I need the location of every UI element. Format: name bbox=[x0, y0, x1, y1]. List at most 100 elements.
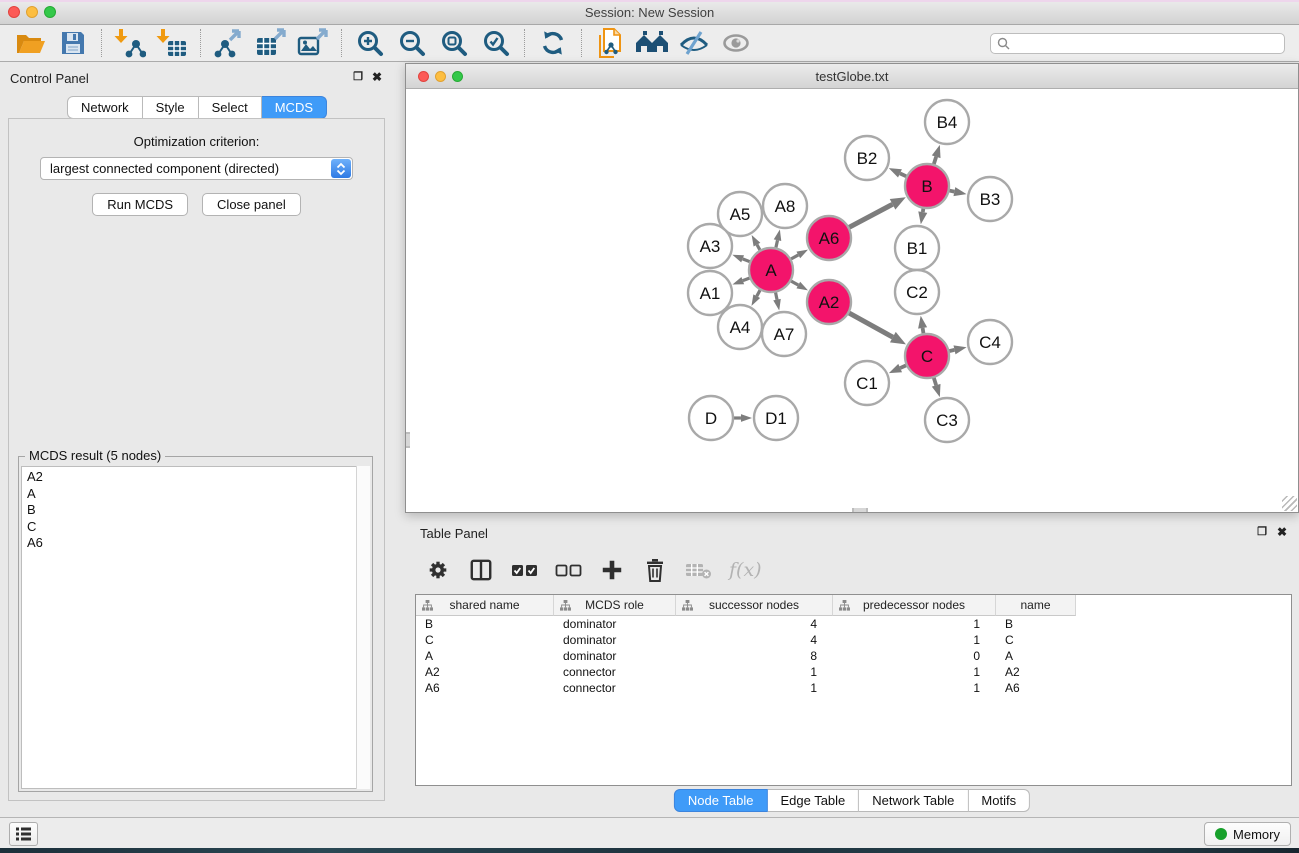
node-D[interactable]: D bbox=[689, 396, 733, 440]
edge-D-D1[interactable] bbox=[733, 414, 752, 422]
cell-mcds-role[interactable]: dominator bbox=[554, 616, 676, 632]
window-edge-grip[interactable] bbox=[406, 432, 410, 448]
cell-shared-name[interactable]: C bbox=[416, 632, 554, 648]
node-C1[interactable]: C1 bbox=[845, 361, 889, 405]
node-C[interactable]: C bbox=[905, 334, 949, 378]
node-A1[interactable]: A1 bbox=[688, 271, 732, 315]
cell-predecessor-nodes[interactable]: 0 bbox=[833, 648, 996, 664]
tab-motifs[interactable]: Motifs bbox=[968, 789, 1030, 812]
search-input[interactable] bbox=[1014, 36, 1278, 50]
edge-A-A7[interactable] bbox=[773, 292, 781, 311]
node-B1[interactable]: B1 bbox=[895, 226, 939, 270]
cell-shared-name[interactable]: A2 bbox=[416, 664, 554, 680]
zoom-fit-button[interactable] bbox=[433, 26, 475, 60]
table-row[interactable]: Cdominator41C bbox=[416, 632, 1291, 648]
cell-successor-nodes[interactable]: 4 bbox=[676, 616, 833, 632]
mcds-result-item[interactable]: A6 bbox=[22, 535, 369, 552]
node-B3[interactable]: B3 bbox=[968, 177, 1012, 221]
table-float-icon[interactable]: ❐ bbox=[1257, 525, 1267, 539]
close-panel-button[interactable]: Close panel bbox=[202, 193, 301, 216]
network-canvas[interactable]: B4B2BB3A8A5A6B1A3AA1C2A2A4A7CC4C1C3DD1 bbox=[406, 89, 1298, 512]
table-settings-button[interactable] bbox=[425, 555, 451, 585]
search-field[interactable] bbox=[990, 33, 1285, 54]
zoom-selected-button[interactable] bbox=[475, 26, 517, 60]
edge-C-C4[interactable] bbox=[948, 345, 966, 354]
edge-A-A6[interactable] bbox=[790, 250, 808, 260]
tab-node-table[interactable]: Node Table bbox=[674, 789, 768, 812]
node-A2[interactable]: A2 bbox=[807, 280, 851, 324]
new-network-from-selection-button[interactable] bbox=[589, 26, 631, 60]
save-session-button[interactable] bbox=[52, 26, 94, 60]
cell-successor-nodes[interactable]: 4 bbox=[676, 632, 833, 648]
zoom-in-button[interactable] bbox=[349, 26, 391, 60]
tab-mcds[interactable]: MCDS bbox=[262, 96, 327, 119]
cell-shared-name[interactable]: B bbox=[416, 616, 554, 632]
tab-network[interactable]: Network bbox=[67, 96, 143, 119]
tab-select[interactable]: Select bbox=[199, 96, 262, 119]
cell-name[interactable]: A6 bbox=[996, 680, 1076, 696]
cell-mcds-role[interactable]: connector bbox=[554, 664, 676, 680]
edge-A-A4[interactable] bbox=[751, 289, 760, 306]
column-header-shared-name[interactable]: shared name bbox=[416, 595, 554, 616]
cell-predecessor-nodes[interactable]: 1 bbox=[833, 616, 996, 632]
mcds-result-item[interactable]: A bbox=[22, 486, 369, 503]
edge-C-C3[interactable] bbox=[932, 377, 941, 397]
window-resize-grip[interactable] bbox=[1282, 496, 1297, 511]
mcds-result-item[interactable]: B bbox=[22, 502, 369, 519]
cell-predecessor-nodes[interactable]: 1 bbox=[833, 632, 996, 648]
cell-mcds-role[interactable]: connector bbox=[554, 680, 676, 696]
table-row[interactable]: A6connector11A6 bbox=[416, 680, 1291, 696]
window-bottom-grip[interactable] bbox=[852, 508, 868, 512]
edge-A-A2[interactable] bbox=[790, 281, 808, 291]
node-C4[interactable]: C4 bbox=[968, 320, 1012, 364]
node-A8[interactable]: A8 bbox=[763, 184, 807, 228]
table-row[interactable]: Adominator80A bbox=[416, 648, 1291, 664]
cell-name[interactable]: C bbox=[996, 632, 1076, 648]
mcds-result-scrollbar[interactable] bbox=[356, 466, 370, 789]
cell-name[interactable]: B bbox=[996, 616, 1076, 632]
edge-A-A3[interactable] bbox=[732, 255, 750, 263]
function-builder-button[interactable]: f(x) bbox=[729, 555, 762, 585]
column-header-successor-nodes[interactable]: successor nodes bbox=[676, 595, 833, 616]
cell-successor-nodes[interactable]: 1 bbox=[676, 664, 833, 680]
edge-A6-B[interactable] bbox=[848, 197, 905, 227]
close-panel-icon[interactable]: ✖ bbox=[372, 70, 382, 84]
mcds-result-list[interactable]: A2ABCA6 bbox=[21, 466, 370, 789]
edge-C-C2[interactable] bbox=[918, 316, 927, 335]
network-graph[interactable]: B4B2BB3A8A5A6B1A3AA1C2A2A4A7CC4C1C3DD1 bbox=[406, 89, 1298, 512]
node-B[interactable]: B bbox=[905, 164, 949, 208]
deselect-all-button[interactable] bbox=[555, 555, 582, 585]
edge-C-C1[interactable] bbox=[889, 364, 907, 373]
export-table-button[interactable] bbox=[250, 26, 292, 60]
mcds-result-item[interactable]: A2 bbox=[22, 469, 369, 486]
float-panel-icon[interactable]: ❐ bbox=[353, 70, 363, 84]
refresh-button[interactable] bbox=[532, 26, 574, 60]
edge-A-A5[interactable] bbox=[752, 235, 761, 251]
show-columns-button[interactable] bbox=[468, 555, 494, 585]
edge-A-A1[interactable] bbox=[732, 277, 750, 284]
cell-name[interactable]: A bbox=[996, 648, 1076, 664]
delete-columns-button[interactable] bbox=[642, 555, 668, 585]
cell-predecessor-nodes[interactable]: 1 bbox=[833, 664, 996, 680]
export-network-button[interactable] bbox=[208, 26, 250, 60]
cell-mcds-role[interactable]: dominator bbox=[554, 632, 676, 648]
hide-panels-button[interactable] bbox=[673, 26, 715, 60]
node-A4[interactable]: A4 bbox=[718, 305, 762, 349]
edge-B-B3[interactable] bbox=[949, 187, 967, 196]
column-header-name[interactable]: name bbox=[996, 595, 1076, 616]
edge-B-B1[interactable] bbox=[918, 208, 927, 225]
column-header-mcds-role[interactable]: MCDS role bbox=[554, 595, 676, 616]
mcds-result-item[interactable]: C bbox=[22, 519, 369, 536]
edge-A2-C[interactable] bbox=[848, 313, 906, 345]
cell-predecessor-nodes[interactable]: 1 bbox=[833, 680, 996, 696]
node-C3[interactable]: C3 bbox=[925, 398, 969, 442]
node-B4[interactable]: B4 bbox=[925, 100, 969, 144]
tab-network-table[interactable]: Network Table bbox=[859, 789, 968, 812]
network-window-titlebar[interactable]: testGlobe.txt bbox=[406, 64, 1298, 89]
open-file-button[interactable] bbox=[10, 26, 52, 60]
tab-style[interactable]: Style bbox=[143, 96, 199, 119]
node-A[interactable]: A bbox=[749, 248, 793, 292]
cell-successor-nodes[interactable]: 1 bbox=[676, 680, 833, 696]
node-A6[interactable]: A6 bbox=[807, 216, 851, 260]
node-D1[interactable]: D1 bbox=[754, 396, 798, 440]
